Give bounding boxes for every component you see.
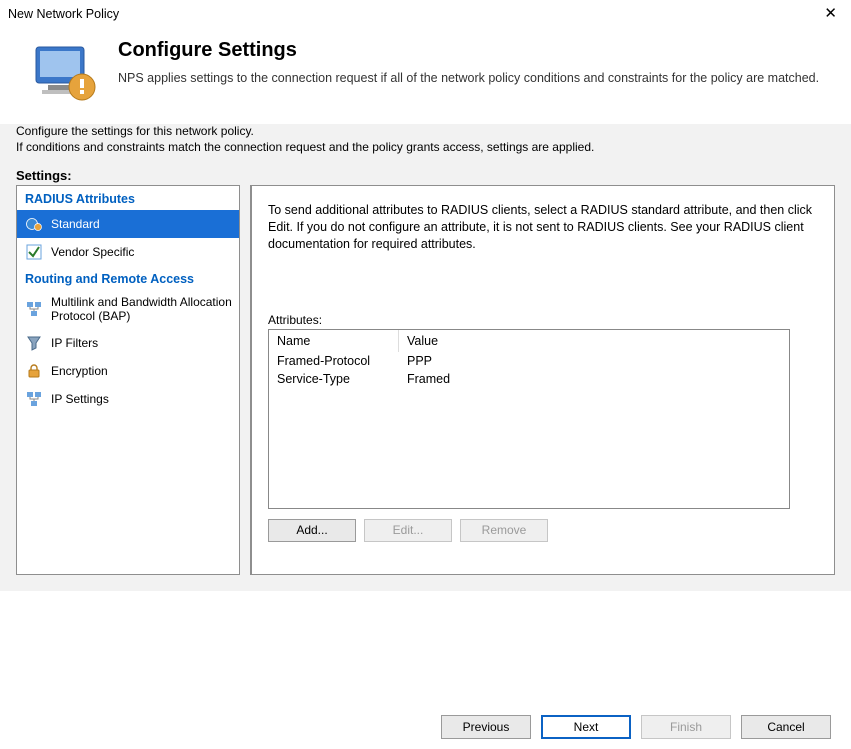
- sidebar-item-ip-filters[interactable]: IP Filters: [17, 329, 239, 357]
- sidebar-item-vendor-specific[interactable]: Vendor Specific: [17, 238, 239, 266]
- close-icon[interactable]: ✕: [818, 4, 843, 23]
- lock-icon: [25, 362, 43, 380]
- settings-label: Settings:: [16, 168, 835, 183]
- previous-button[interactable]: Previous: [441, 715, 531, 739]
- sidebar-item-standard[interactable]: Standard: [17, 210, 239, 238]
- sidebar-item-ip-settings[interactable]: IP Settings: [17, 385, 239, 413]
- funnel-icon: [25, 334, 43, 352]
- sidebar-item-label: IP Settings: [51, 392, 109, 406]
- network-icon: [25, 300, 43, 318]
- cell-name: Service-Type: [269, 371, 399, 387]
- window-title: New Network Policy: [8, 7, 119, 21]
- finish-button[interactable]: Finish: [641, 715, 731, 739]
- add-button[interactable]: Add...: [268, 519, 356, 542]
- column-name[interactable]: Name: [269, 330, 399, 352]
- edit-button[interactable]: Edit...: [364, 519, 452, 542]
- main-area: Configure the settings for this network …: [0, 124, 851, 591]
- sidebar-item-label: Multilink and Bandwidth Allocation Proto…: [51, 295, 233, 324]
- wizard-footer: Previous Next Finish Cancel: [441, 715, 831, 739]
- next-button[interactable]: Next: [541, 715, 631, 739]
- checkbox-icon: [25, 243, 43, 261]
- detail-pane: To send additional attributes to RADIUS …: [250, 185, 835, 575]
- cancel-button[interactable]: Cancel: [741, 715, 831, 739]
- attributes-table[interactable]: Name Value Framed-Protocol PPP Service-T…: [268, 329, 790, 509]
- sidebar-item-label: IP Filters: [51, 336, 98, 350]
- network-icon: [25, 390, 43, 408]
- table-row[interactable]: Service-Type Framed: [269, 370, 789, 388]
- detail-description: To send additional attributes to RADIUS …: [268, 202, 818, 253]
- sidebar-item-label: Encryption: [51, 364, 108, 378]
- sidebar-item-label: Standard: [51, 217, 100, 231]
- cell-value: PPP: [399, 353, 440, 369]
- wizard-header: Configure Settings NPS applies settings …: [0, 29, 851, 124]
- group-header-radius: RADIUS Attributes: [17, 186, 239, 210]
- sidebar-item-encryption[interactable]: Encryption: [17, 357, 239, 385]
- description-line-1: Configure the settings for this network …: [16, 124, 835, 138]
- group-header-routing: Routing and Remote Access: [17, 266, 239, 290]
- monitor-icon: [30, 39, 100, 109]
- page-subtitle: NPS applies settings to the connection r…: [118, 70, 819, 87]
- cell-value: Framed: [399, 371, 458, 387]
- remove-button[interactable]: Remove: [460, 519, 548, 542]
- page-title: Configure Settings: [118, 39, 819, 62]
- sidebar-item-multilink-bap[interactable]: Multilink and Bandwidth Allocation Proto…: [17, 290, 239, 329]
- attributes-label: Attributes:: [268, 313, 818, 327]
- description-line-2: If conditions and constraints match the …: [16, 140, 835, 154]
- table-row[interactable]: Framed-Protocol PPP: [269, 352, 789, 370]
- column-value[interactable]: Value: [399, 330, 789, 352]
- sidebar-item-label: Vendor Specific: [51, 245, 134, 259]
- settings-sidebar: RADIUS Attributes Standard Vendor Specif…: [16, 185, 240, 575]
- globe-gear-icon: [25, 215, 43, 233]
- table-header: Name Value: [269, 330, 789, 352]
- cell-name: Framed-Protocol: [269, 353, 399, 369]
- titlebar: New Network Policy ✕: [0, 0, 851, 29]
